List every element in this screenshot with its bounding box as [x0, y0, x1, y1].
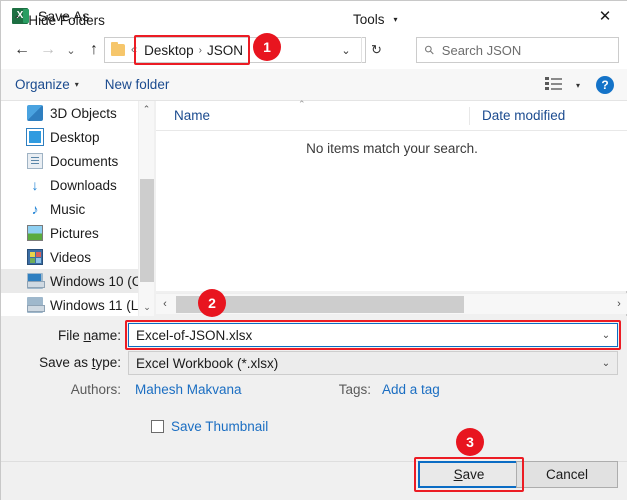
organize-label: Organize	[15, 77, 70, 92]
file-list: Name ⌃ Date modified No items match your…	[156, 99, 627, 291]
help-icon[interactable]: ?	[596, 76, 614, 94]
list-view-icon[interactable]	[545, 77, 562, 93]
new-folder-button[interactable]: New folder	[105, 77, 170, 92]
sidebar-item-3d-objects[interactable]: 3D Objects	[1, 101, 138, 125]
column-header-date-modified[interactable]: Date modified	[469, 106, 565, 125]
breadcrumb-item-desktop[interactable]: Desktop	[144, 43, 194, 58]
save-as-type-label: Save as type:	[39, 355, 121, 370]
video-icon	[27, 249, 43, 265]
search-icon: ⚲	[421, 41, 438, 59]
annotation-badge-1: 1	[253, 33, 281, 61]
save-thumbnail-checkbox[interactable]	[151, 420, 164, 433]
save-as-type-select[interactable]: Excel Workbook (*.xlsx) ⌄	[128, 351, 618, 375]
back-button[interactable]: ←	[9, 36, 35, 64]
sort-ascending-icon: ⌃	[298, 99, 306, 109]
sidebar-item-desktop[interactable]: Desktop	[1, 125, 138, 149]
folder-icon	[111, 42, 125, 56]
scroll-left-icon[interactable]: ‹	[156, 294, 174, 315]
sidebar-item-label: Videos	[50, 249, 92, 265]
refresh-icon[interactable]: ↻	[361, 37, 391, 63]
add-a-tag-link[interactable]: Add a tag	[382, 382, 440, 397]
address-dropdown-icon[interactable]: ⌄	[331, 37, 361, 63]
document-icon	[27, 153, 43, 169]
scroll-right-icon[interactable]: ›	[610, 294, 627, 315]
sidebar-item-windows-11-l[interactable]: Windows 11 (L:)	[1, 293, 138, 316]
sidebar-item-downloads[interactable]: ↓ Downloads	[1, 173, 138, 197]
search-input[interactable]: Search JSON	[442, 43, 521, 58]
file-name-field[interactable]: Excel-of-JSON.xlsx ⌄	[128, 323, 618, 347]
cancel-button[interactable]: Cancel	[516, 461, 618, 488]
hide-folders-label: Hide Folders	[28, 13, 105, 28]
file-name-input[interactable]: Excel-of-JSON.xlsx	[136, 328, 252, 343]
authors-value[interactable]: Mahesh Makvana	[135, 382, 242, 397]
authors-label: Authors:	[70, 382, 121, 397]
sidebar-item-videos[interactable]: Videos	[1, 245, 138, 269]
tags-label: Tags:	[338, 382, 371, 397]
save-as-type-value: Excel Workbook (*.xlsx)	[136, 355, 279, 371]
breadcrumb: Desktop › JSON	[144, 43, 243, 58]
sidebar-item-music[interactable]: ♪ Music	[1, 197, 138, 221]
sidebar-scrollbar-thumb[interactable]	[140, 179, 154, 282]
drive-icon	[27, 297, 45, 313]
sidebar-item-label: 3D Objects	[50, 105, 117, 121]
save-button[interactable]: Save	[418, 461, 520, 488]
save-as-dialog: X Save As ✕ ← → ⌄ ↑ « Desktop › JSON ⌄ ↻…	[0, 0, 627, 500]
hide-folders-button[interactable]: ⌃ Hide Folders	[13, 13, 105, 28]
view-options-chevron-down-icon[interactable]: ▾	[576, 81, 580, 90]
sidebar-item-documents[interactable]: Documents	[1, 149, 138, 173]
organize-button[interactable]: Organize ▾	[15, 77, 79, 92]
address-bar[interactable]: « Desktop › JSON	[104, 37, 366, 63]
sidebar-item-label: Windows 11 (L:)	[50, 297, 138, 313]
navigation-sidebar: 3D Objects Desktop Documents ↓ Downloads…	[1, 101, 138, 316]
sidebar-item-pictures[interactable]: Pictures	[1, 221, 138, 245]
tools-label: Tools	[353, 12, 385, 27]
download-icon: ↓	[31, 177, 39, 193]
annotation-badge-3: 3	[456, 428, 484, 456]
save-thumbnail-label[interactable]: Save Thumbnail	[171, 419, 268, 434]
breadcrumb-item-json[interactable]: JSON	[207, 43, 243, 58]
recent-locations-button[interactable]: ⌄	[61, 36, 81, 64]
scroll-up-icon[interactable]: ⌃	[139, 101, 154, 118]
file-name-label: File name:	[57, 328, 121, 343]
sidebar-item-label: Windows 10 (C:)	[50, 273, 138, 289]
chevron-down-icon[interactable]: ⌄	[595, 324, 617, 346]
new-folder-label: New folder	[104, 77, 170, 92]
command-toolbar: Organize ▾ New folder ▾ ?	[1, 69, 627, 101]
chevron-up-icon: ⌃	[13, 15, 22, 26]
close-icon[interactable]: ✕	[582, 1, 627, 31]
monitor-icon	[27, 129, 43, 145]
sidebar-item-windows-10-c[interactable]: Windows 10 (C:)	[1, 269, 138, 293]
breadcrumb-overflow[interactable]: «	[131, 44, 137, 56]
sidebar-item-label: Desktop	[50, 129, 100, 145]
chevron-right-icon: ›	[198, 44, 202, 56]
horizontal-scrollbar-track[interactable]	[174, 294, 610, 315]
sidebar-item-label: Music	[50, 201, 86, 217]
music-icon: ♪	[31, 201, 39, 217]
tools-button[interactable]: Tools ▾	[353, 12, 398, 27]
cube-icon	[27, 105, 43, 121]
save-thumbnail-row[interactable]: Save Thumbnail	[151, 419, 268, 434]
scroll-down-icon[interactable]: ⌄	[139, 299, 155, 316]
sidebar-scrollbar[interactable]: ⌃ ⌄	[138, 101, 154, 316]
sidebar-item-label: Pictures	[50, 225, 99, 241]
sidebar-item-label: Downloads	[50, 177, 117, 193]
annotation-badge-2: 2	[198, 289, 226, 317]
horizontal-scrollbar[interactable]: ‹ ›	[156, 293, 627, 314]
chevron-down-icon: ▾	[74, 80, 79, 89]
picture-icon	[27, 225, 43, 241]
column-header-name[interactable]: Name ⌃	[156, 99, 469, 123]
chevron-down-icon[interactable]: ⌄	[595, 352, 617, 374]
forward-button: →	[40, 41, 56, 58]
drive-icon	[27, 273, 45, 289]
search-box[interactable]: ⚲ Search JSON	[416, 37, 619, 63]
chevron-down-icon: ▾	[393, 15, 398, 24]
sidebar-item-label: Documents	[50, 153, 119, 169]
column-headers: Name ⌃ Date modified	[156, 99, 627, 131]
column-label: Name	[174, 108, 211, 123]
empty-state-message: No items match your search.	[306, 141, 478, 156]
